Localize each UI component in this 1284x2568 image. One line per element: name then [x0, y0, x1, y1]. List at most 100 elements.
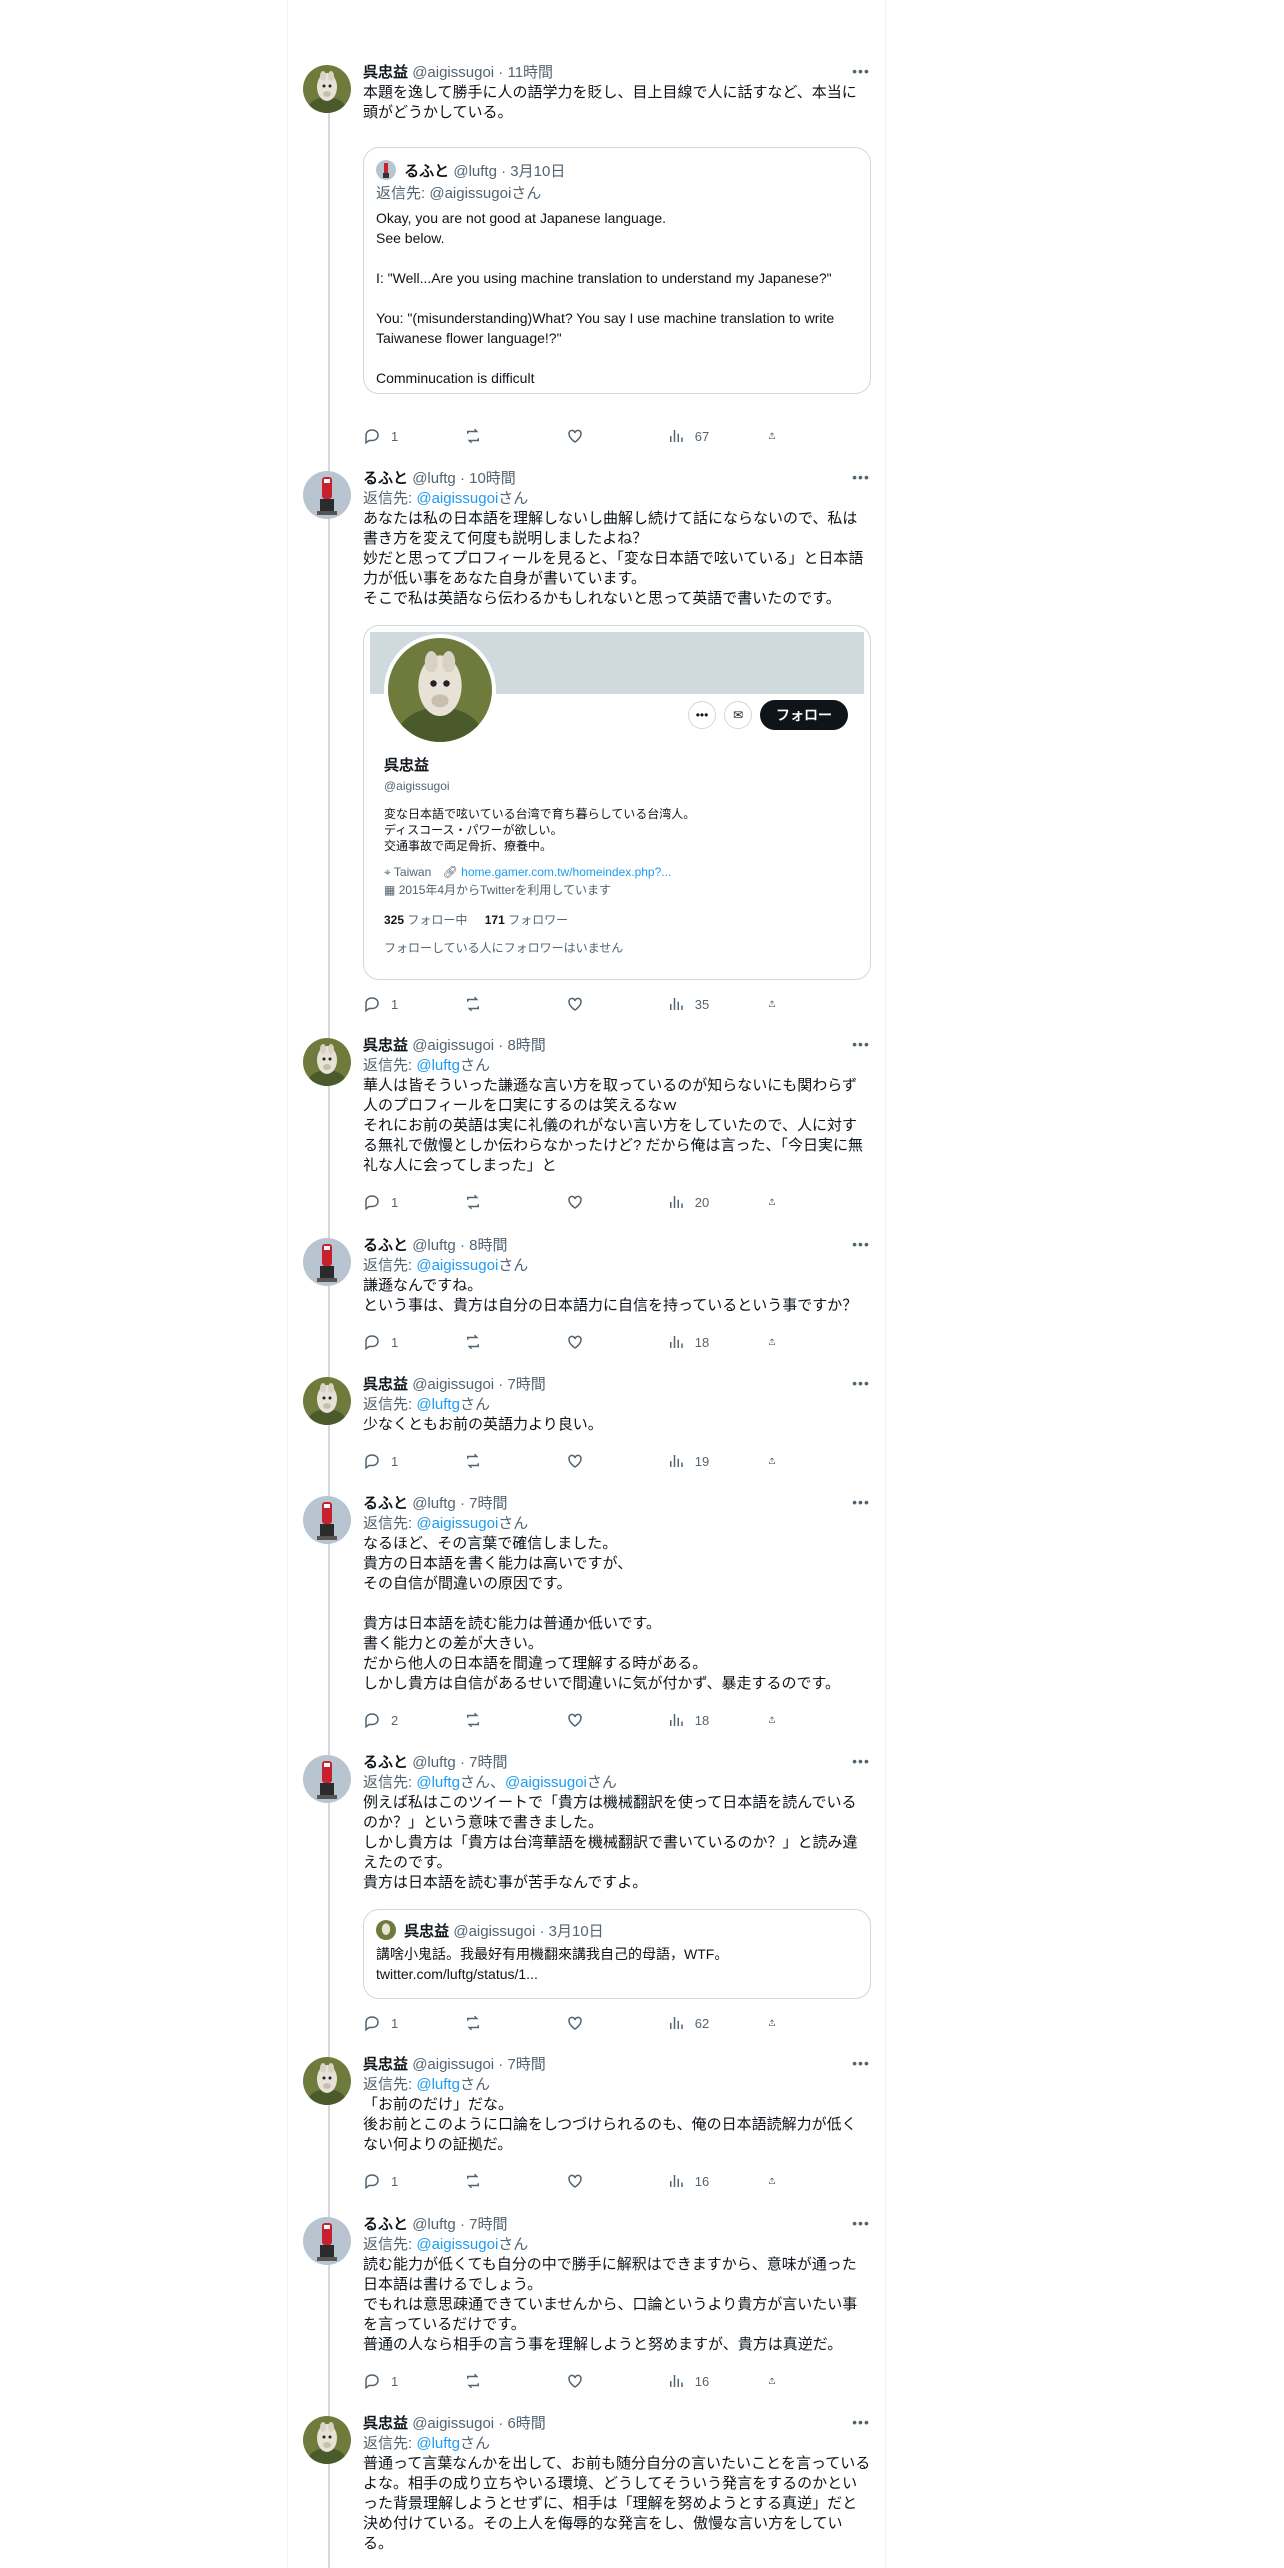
more-icon[interactable]: •••	[851, 1236, 871, 1256]
retweet-button[interactable]	[464, 2014, 544, 2032]
more-icon[interactable]: •••	[851, 1375, 871, 1395]
quoted-tweet[interactable]: るふと @luftg · 3月10日 返信先: @aigissugoiさん Ok…	[363, 147, 871, 394]
author-handle[interactable]: @aigissugoi	[412, 64, 494, 81]
author-handle[interactable]: @aigissugoi	[412, 2056, 494, 2073]
author-name[interactable]: 呉忠益	[363, 2415, 408, 2432]
views-button[interactable]: 16	[667, 2372, 747, 2390]
like-button[interactable]	[566, 1333, 646, 1351]
more-icon[interactable]: •••	[851, 2414, 871, 2434]
retweet-button[interactable]	[464, 1193, 544, 1211]
author-name[interactable]: 呉忠益	[363, 1037, 408, 1054]
timestamp[interactable]: 7時間	[507, 1376, 545, 1393]
like-button[interactable]	[566, 2372, 646, 2390]
like-button[interactable]	[566, 2014, 646, 2032]
author-name[interactable]: るふと	[363, 1237, 408, 1254]
reply-button[interactable]: 1	[363, 2372, 443, 2390]
views-button[interactable]: 62	[667, 2014, 747, 2032]
more-icon[interactable]: •••	[851, 469, 871, 489]
retweet-button[interactable]	[464, 1333, 544, 1351]
like-button[interactable]	[566, 427, 646, 445]
tweet[interactable]: 呉忠益 @aigissugoi · 7時間 ••• 返信先: @luftgさん …	[288, 1375, 887, 1475]
share-button[interactable]	[768, 427, 786, 445]
like-button[interactable]	[566, 2172, 646, 2190]
followers-count[interactable]: 171	[485, 913, 505, 927]
timestamp[interactable]: 7時間	[469, 2216, 507, 2233]
avatar-alpaca[interactable]	[303, 65, 351, 113]
tweet[interactable]: るふと @luftg · 10時間 ••• 返信先: @aigissugoiさん…	[288, 469, 887, 1014]
more-icon[interactable]: •••	[851, 2215, 871, 2235]
author-handle[interactable]: @aigissugoi	[412, 2415, 494, 2432]
avatar-alpaca[interactable]	[303, 2057, 351, 2105]
author-handle[interactable]: @luftg	[412, 1237, 456, 1254]
like-button[interactable]	[566, 1452, 646, 1470]
more-icon[interactable]: •••	[851, 1036, 871, 1056]
reply-button[interactable]: 1	[363, 1452, 443, 1470]
avatar-alpaca[interactable]	[303, 1377, 351, 1425]
views-button[interactable]: 35	[667, 995, 747, 1013]
avatar-rocket[interactable]	[303, 471, 351, 519]
retweet-button[interactable]	[464, 995, 544, 1013]
more-icon[interactable]: •••	[851, 63, 871, 83]
share-button[interactable]	[768, 2014, 786, 2032]
share-button[interactable]	[768, 2172, 786, 2190]
timestamp[interactable]: 7時間	[469, 1495, 507, 1512]
avatar-rocket[interactable]	[303, 2217, 351, 2265]
avatar-rocket[interactable]	[303, 1496, 351, 1544]
retweet-button[interactable]	[464, 1711, 544, 1729]
author-handle[interactable]: @luftg	[412, 1754, 456, 1771]
like-button[interactable]	[566, 1711, 646, 1729]
reply-button[interactable]: 1	[363, 2172, 443, 2190]
tweet[interactable]: 呉忠益 @aigissugoi · 7時間 ••• 返信先: @luftgさん …	[288, 2055, 887, 2195]
like-button[interactable]	[566, 1193, 646, 1211]
tweet[interactable]: 呉忠益 @aigissugoi · 8時間 ••• 返信先: @luftgさん …	[288, 1036, 887, 1216]
followers-label[interactable]: フォロワー	[508, 913, 568, 927]
views-button[interactable]: 16	[667, 2172, 747, 2190]
timestamp[interactable]: 10時間	[469, 470, 516, 487]
author-handle[interactable]: @luftg	[412, 1495, 456, 1512]
author-name[interactable]: 呉忠益	[363, 1376, 408, 1393]
author-name[interactable]: るふと	[363, 470, 408, 487]
share-button[interactable]	[768, 1193, 786, 1211]
avatar-alpaca[interactable]	[303, 2416, 351, 2464]
avatar-alpaca[interactable]	[303, 1038, 351, 1086]
share-button[interactable]	[768, 995, 786, 1013]
timestamp[interactable]: 8時間	[469, 1237, 507, 1254]
profile-link[interactable]: home.gamer.com.tw/homeindex.php?...	[461, 865, 671, 879]
avatar-rocket[interactable]	[303, 1238, 351, 1286]
share-button[interactable]	[768, 1452, 786, 1470]
reply-button[interactable]: 1	[363, 1193, 443, 1211]
more-icon[interactable]: •••	[688, 701, 716, 729]
timestamp[interactable]: 7時間	[507, 2056, 545, 2073]
author-handle[interactable]: @aigissugoi	[412, 1037, 494, 1054]
reply-button[interactable]: 1	[363, 2014, 443, 2032]
timestamp[interactable]: 7時間	[469, 1754, 507, 1771]
author-name[interactable]: 呉忠益	[363, 64, 408, 81]
views-button[interactable]: 20	[667, 1193, 747, 1211]
retweet-button[interactable]	[464, 2372, 544, 2390]
share-button[interactable]	[768, 1711, 786, 1729]
views-button[interactable]: 18	[667, 1711, 747, 1729]
reply-button[interactable]: 2	[363, 1711, 443, 1729]
timestamp[interactable]: 11時間	[507, 64, 553, 81]
quoted-tweet[interactable]: 呉忠益 @aigissugoi · 3月10日 講啥小鬼話。我最好有用機翻來講我…	[363, 1909, 871, 1999]
reply-button[interactable]: 1	[363, 427, 443, 445]
tweet[interactable]: 呉忠益 @aigissugoi · 6時間 ••• 返信先: @luftgさん …	[288, 2414, 887, 2568]
following-label[interactable]: フォロー中	[407, 913, 467, 927]
timestamp[interactable]: 8時間	[507, 1037, 545, 1054]
author-name[interactable]: 呉忠益	[363, 2056, 408, 2073]
tweet[interactable]: るふと @luftg · 7時間 ••• 返信先: @aigissugoiさん …	[288, 2215, 887, 2395]
tweet[interactable]: 呉忠益 @aigissugoi · 11時間 ••• 本題を逸して勝手に人の語学…	[288, 63, 887, 463]
tweet[interactable]: るふと @luftg · 7時間 ••• 返信先: @luftgさん、@aigi…	[288, 1753, 887, 2033]
reply-button[interactable]: 1	[363, 1333, 443, 1351]
author-handle[interactable]: @luftg	[412, 2216, 456, 2233]
timestamp[interactable]: 6時間	[507, 2415, 545, 2432]
avatar-rocket[interactable]	[303, 1755, 351, 1803]
follow-button[interactable]: フォロー	[760, 700, 848, 730]
author-handle[interactable]: @aigissugoi	[412, 1376, 494, 1393]
following-count[interactable]: 325	[384, 913, 404, 927]
like-button[interactable]	[566, 995, 646, 1013]
more-icon[interactable]: •••	[851, 1753, 871, 1773]
more-icon[interactable]: •••	[851, 2055, 871, 2075]
retweet-button[interactable]	[464, 427, 544, 445]
tweet[interactable]: るふと @luftg · 8時間 ••• 返信先: @aigissugoiさん …	[288, 1236, 887, 1356]
